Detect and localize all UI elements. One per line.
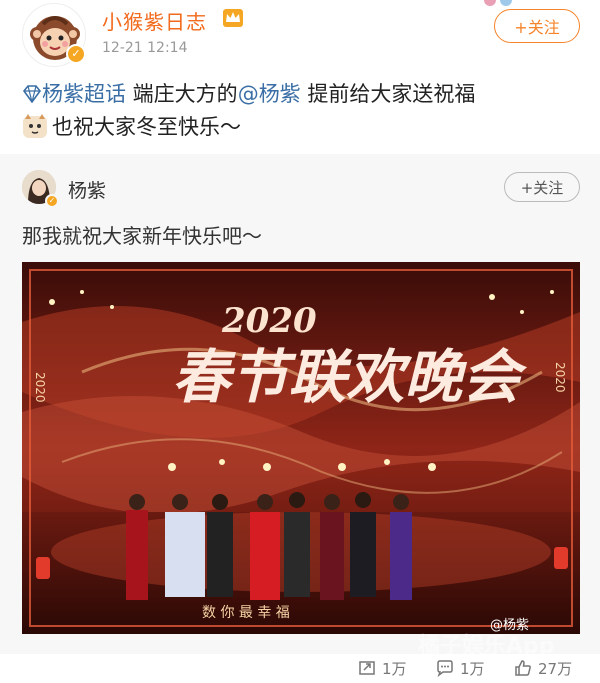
topic-link[interactable]: 杨紫超话 bbox=[22, 82, 126, 106]
post-header: ✓ 小猴紫日志 12-21 12:14 +关注 bbox=[0, 0, 600, 72]
like-button[interactable]: 27万 bbox=[514, 656, 572, 680]
repost-follow-button[interactable]: +关注 bbox=[504, 172, 580, 202]
cat-emoji-icon bbox=[23, 114, 47, 138]
repost-username[interactable]: 杨紫 bbox=[68, 176, 106, 203]
repost-image[interactable]: 2020 春节联欢晚会 2020 2020 数 你 最 幸 福 bbox=[22, 262, 580, 634]
comment-icon bbox=[437, 660, 453, 677]
repost-icon bbox=[359, 661, 375, 675]
follow-button[interactable]: +关注 bbox=[494, 9, 580, 43]
post-text-line2: 也祝大家冬至快乐～ bbox=[52, 115, 241, 139]
repost-button[interactable]: 1万 bbox=[358, 656, 407, 680]
repost-verified-icon: ✓ bbox=[45, 194, 59, 208]
repost-count: 1万 bbox=[382, 659, 407, 678]
stage-caption: 数 你 最 幸 福 bbox=[202, 605, 290, 621]
post-text-part1: 端庄大方的 bbox=[126, 82, 238, 106]
stage-title: 春节联欢晚会 bbox=[172, 343, 528, 411]
topic-label: 杨紫超话 bbox=[42, 82, 126, 106]
stage-photo: 2020 春节联欢晚会 2020 2020 数 你 最 幸 福 bbox=[22, 262, 580, 634]
side-year-right: 2020 bbox=[553, 362, 567, 393]
repost-text: 那我就祝大家新年快乐吧～ bbox=[22, 224, 262, 248]
diamond-topic-icon bbox=[22, 85, 42, 103]
comment-button[interactable]: 1万 bbox=[436, 656, 485, 680]
thumbs-up-icon bbox=[515, 660, 531, 676]
stage-year-logo: 2020 bbox=[221, 301, 317, 341]
post-username[interactable]: 小猴紫日志 bbox=[102, 6, 207, 35]
comment-count: 1万 bbox=[460, 659, 485, 678]
post-text-part2: 提前给大家送祝福 bbox=[300, 82, 476, 106]
repost-card[interactable]: ✓ 杨紫 +关注 那我就祝大家新年快乐吧～ 2020 春节联欢晚会 2020 2… bbox=[0, 154, 600, 659]
crown-badge-icon bbox=[223, 9, 243, 27]
verified-badge-icon: ✓ bbox=[66, 44, 86, 64]
action-bar: 1万 1万 27万 bbox=[0, 654, 600, 683]
mention-link[interactable]: @杨紫 bbox=[238, 82, 301, 106]
post-timestamp: 12-21 12:14 bbox=[102, 40, 188, 56]
like-count: 27万 bbox=[538, 659, 573, 678]
side-year-left: 2020 bbox=[33, 372, 47, 403]
post-text: 杨紫超话 端庄大方的@杨紫 提前给大家送祝福 也祝大家冬至快乐～ bbox=[22, 78, 582, 144]
